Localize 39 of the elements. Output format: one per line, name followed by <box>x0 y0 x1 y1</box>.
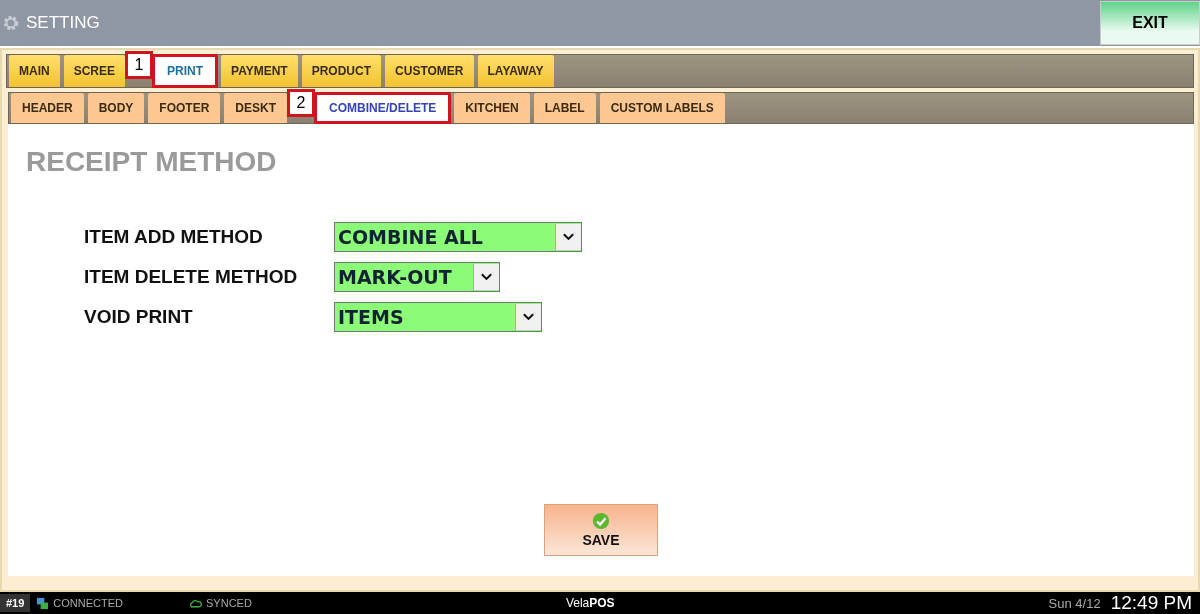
chevron-down-icon <box>515 304 541 330</box>
subtab[interactable]: LABEL <box>533 93 596 123</box>
subtab[interactable]: CUSTOM LABELS <box>599 93 725 123</box>
subtab[interactable]: BODY <box>87 93 145 123</box>
checkmark-icon <box>592 512 610 530</box>
tab[interactable]: PRODUCT <box>301 55 382 87</box>
callout-number: 2 <box>287 89 315 117</box>
subtab[interactable]: HEADER <box>11 93 84 123</box>
sync-status: SYNCED <box>206 597 252 609</box>
network-icon <box>36 596 50 610</box>
dropdown[interactable]: MARK-OUT <box>334 262 500 292</box>
setting-label: ITEM ADD METHOD <box>84 226 264 248</box>
callout-number: 1 <box>125 51 153 79</box>
station-number: #19 <box>0 594 31 612</box>
tab[interactable]: PRINT <box>153 55 217 87</box>
date: Sun 4/12 <box>1048 595 1101 611</box>
settings-icon <box>2 14 20 32</box>
tab[interactable]: MAIN <box>9 55 60 87</box>
brand-name: VelaPOS <box>565 596 615 610</box>
tab[interactable]: LAYAWAY <box>477 55 554 87</box>
tab[interactable]: PAYMENT <box>221 55 298 87</box>
setting-label: ITEM DELETE METHOD <box>84 266 299 288</box>
chevron-down-icon <box>473 264 499 290</box>
subtab[interactable]: DESKT <box>224 93 287 123</box>
setting-label: VOID PRINT <box>84 306 194 328</box>
connection-status: CONNECTED <box>53 597 124 609</box>
dropdown[interactable]: COMBINE ALL <box>334 222 582 252</box>
clock: 12:49 PM <box>1110 592 1192 614</box>
tab[interactable]: CUSTOMER <box>385 55 474 87</box>
chevron-down-icon <box>555 224 581 250</box>
tab[interactable]: SCREE <box>63 55 125 87</box>
subtab[interactable]: KITCHEN <box>454 93 530 123</box>
subtab[interactable]: FOOTER <box>148 93 221 123</box>
section-title: RECEIPT METHOD <box>26 146 278 178</box>
subtab[interactable]: COMBINE/DELETE <box>315 93 451 123</box>
dropdown[interactable]: ITEMS <box>334 302 542 332</box>
save-button[interactable]: SAVE <box>544 504 658 556</box>
exit-button[interactable]: EXIT <box>1100 1 1200 45</box>
window-title: SETTING <box>26 13 100 33</box>
